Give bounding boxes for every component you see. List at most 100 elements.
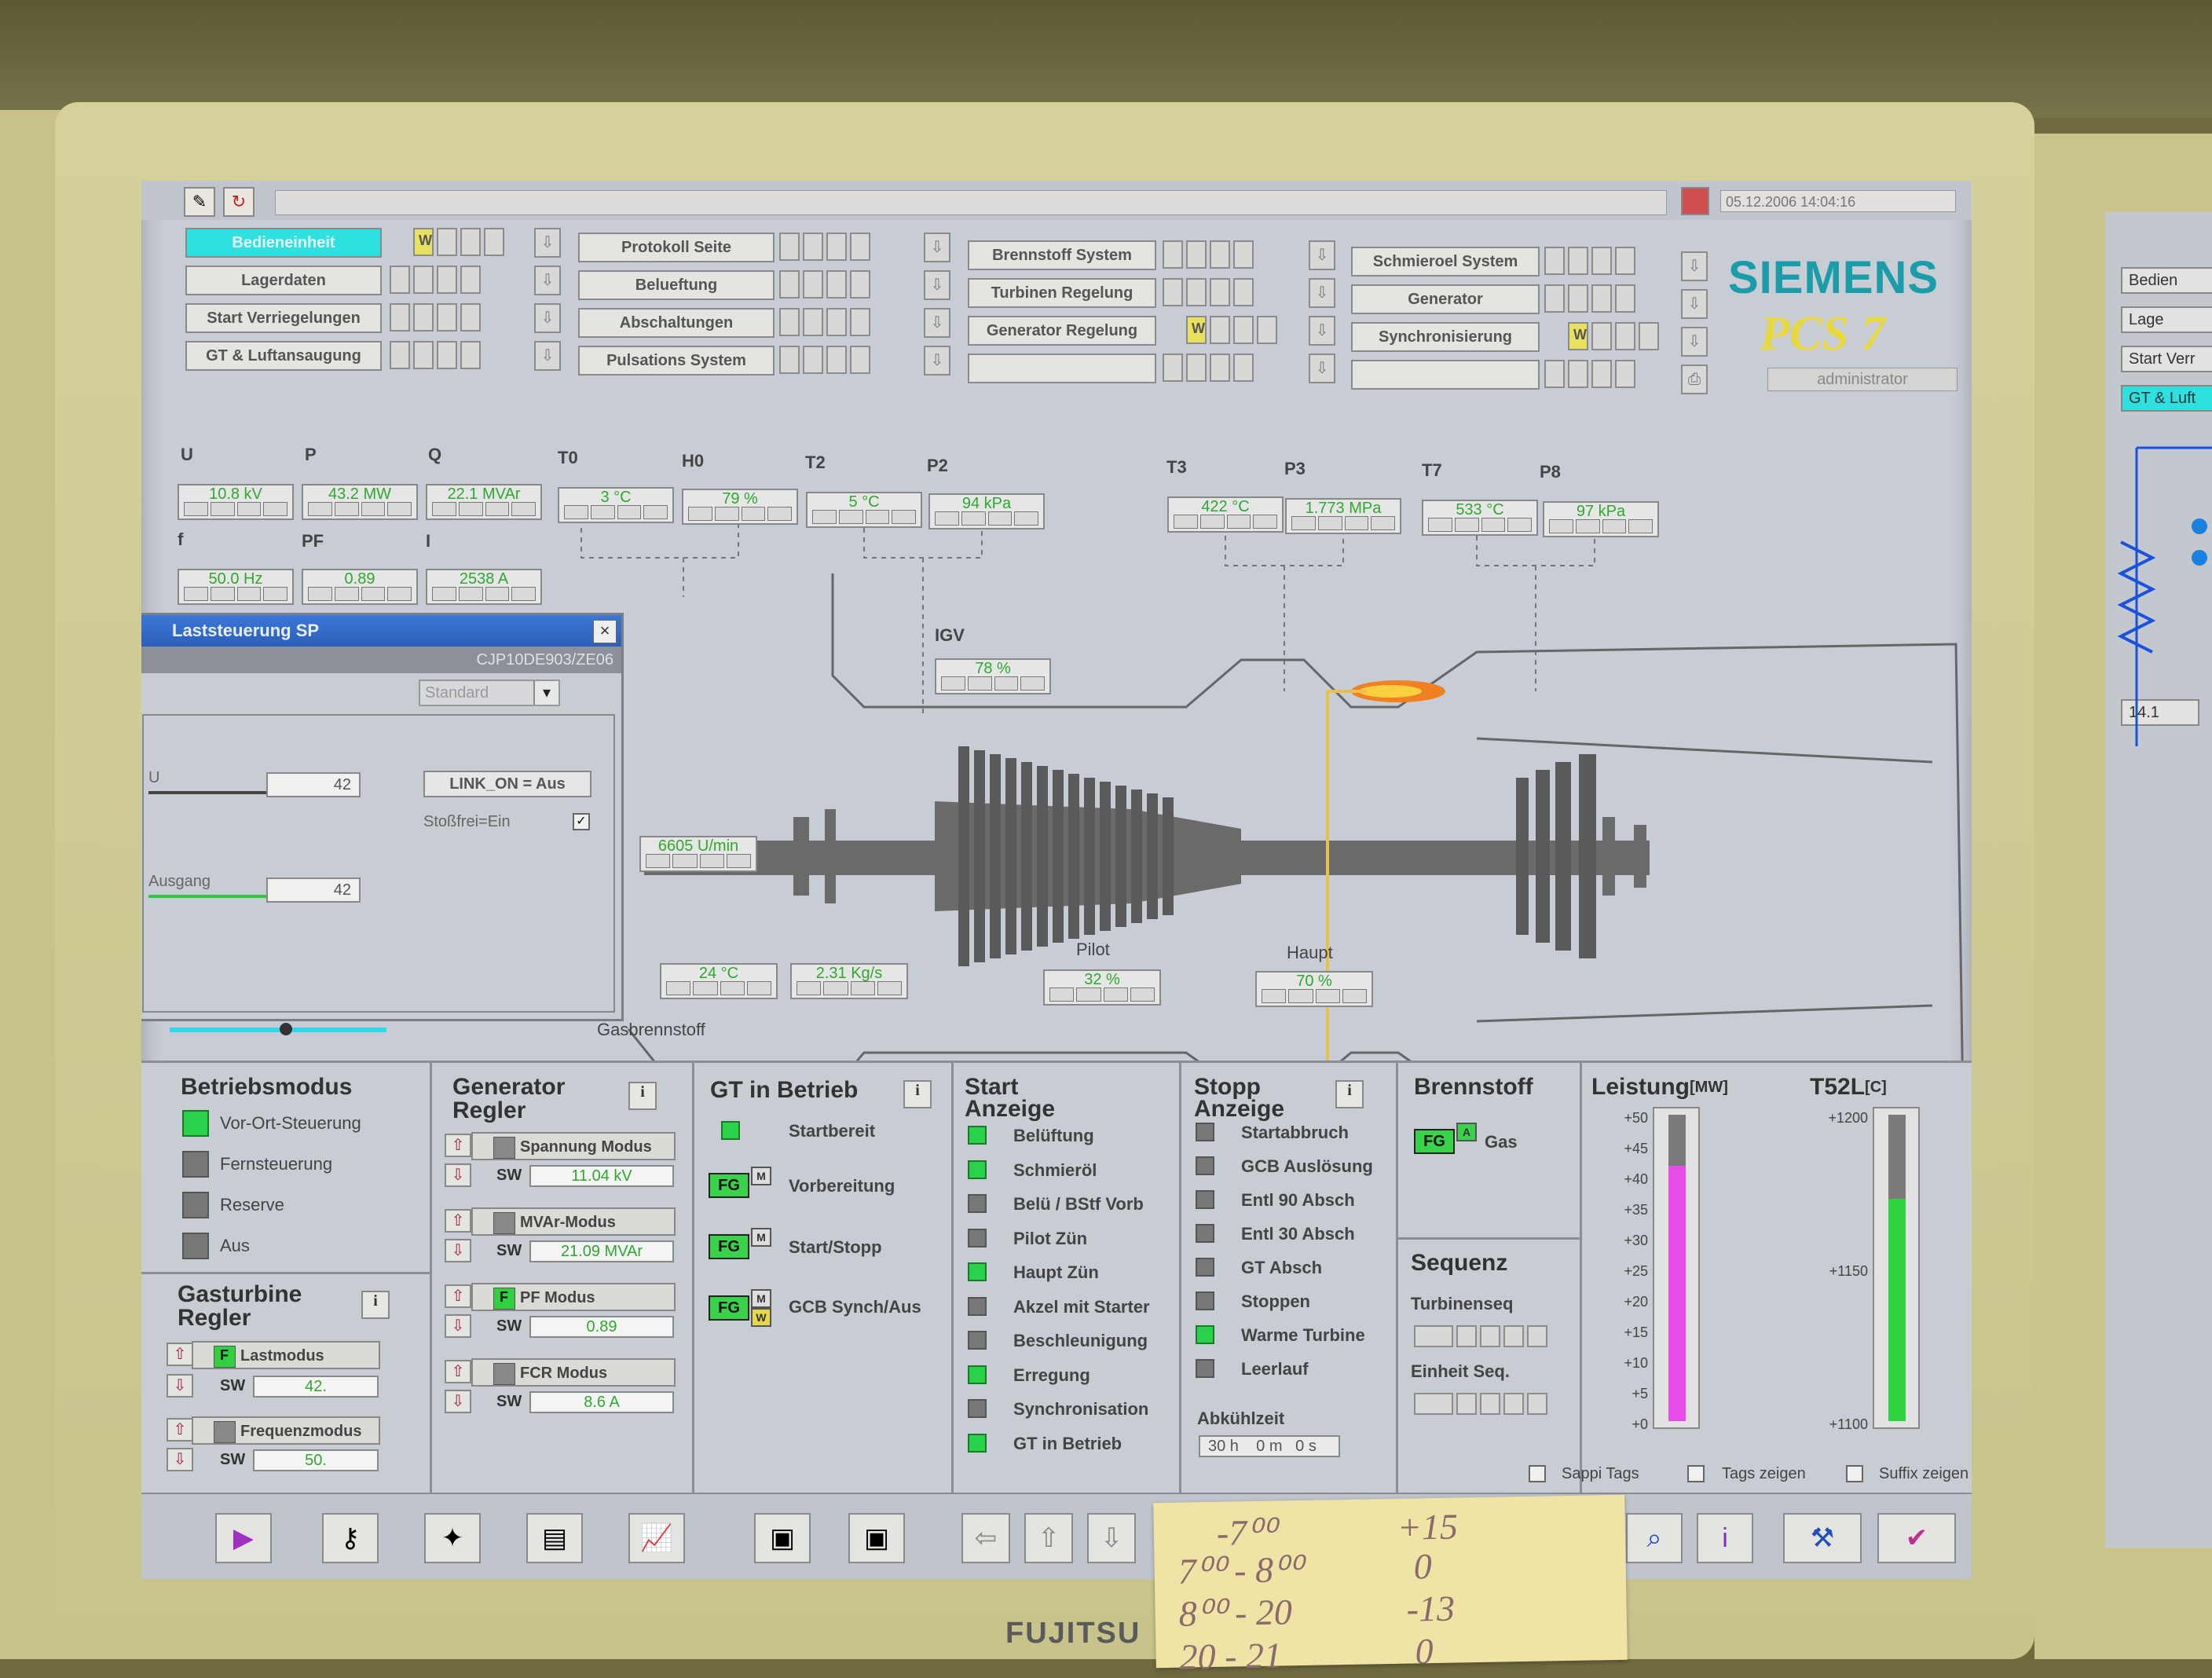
down-arrow-icon[interactable]: ⇩ (1309, 354, 1335, 383)
mode-indicator-reserve[interactable] (182, 1192, 209, 1218)
faceplate-title[interactable]: Laststeuerung SP (141, 615, 621, 647)
report-icon[interactable]: ▤ (526, 1513, 583, 1563)
up-arrow-icon[interactable]: ⇧ (167, 1418, 193, 1442)
down-arrow-icon[interactable]: ⇩ (534, 303, 561, 333)
nav-generator[interactable]: Generator (1351, 284, 1540, 314)
nav-empty-4[interactable] (1351, 360, 1540, 390)
up-arrow-icon[interactable]: ⇧ (445, 1360, 471, 1383)
slider-handle[interactable] (280, 1023, 292, 1035)
frequenzmodus-button[interactable]: Frequenzmodus (192, 1416, 380, 1445)
down-arrow-icon[interactable]: ⇩ (1087, 1513, 1136, 1563)
down-arrow-icon[interactable]: ⇩ (1681, 289, 1708, 319)
down-arrow-icon[interactable]: ⇩ (924, 346, 950, 376)
info-icon[interactable]: i (903, 1080, 932, 1108)
nav-generator-regelung[interactable]: Generator Regelung (968, 316, 1156, 346)
lastmodus-sw[interactable]: 42. (253, 1376, 379, 1398)
up-arrow-icon[interactable]: ⇧ (445, 1284, 471, 1308)
nav-lagerdaten[interactable]: Lagerdaten (185, 266, 382, 295)
zoom-icon[interactable]: ⌕ (1626, 1513, 1683, 1563)
down-arrow-icon[interactable]: ⇩ (1309, 316, 1335, 346)
right-nav-start[interactable]: Start Verr (2121, 346, 2212, 372)
reload-icon[interactable]: ↻ (223, 187, 255, 217)
right-nav-lage[interactable]: Lage (2121, 306, 2212, 333)
alarm-bell-icon[interactable] (1681, 187, 1709, 215)
down-arrow-icon[interactable]: ⇩ (534, 228, 561, 258)
spannung-sw[interactable]: 11.04 kV (529, 1165, 674, 1187)
nav-brennstoff-system[interactable]: Brennstoff System (968, 240, 1156, 270)
address-bar[interactable] (275, 190, 1667, 215)
fcr-sw[interactable]: 8.6 A (529, 1391, 674, 1413)
play-icon[interactable]: ▶ (215, 1513, 272, 1563)
mvar-sw[interactable]: 21.09 MVAr (529, 1240, 674, 1262)
down-arrow-icon[interactable]: ⇩ (445, 1390, 471, 1413)
tools-icon[interactable]: ⚒ (1783, 1513, 1862, 1563)
up-arrow-icon[interactable]: ⇧ (445, 1209, 471, 1233)
down-arrow-icon[interactable]: ⇩ (534, 341, 561, 371)
mvar-modus-button[interactable]: MVAr-Modus (471, 1207, 676, 1236)
info-icon[interactable]: i (1697, 1513, 1753, 1563)
right-nav-bedien[interactable]: Bedien (2121, 267, 2212, 294)
nav-empty-3[interactable] (968, 354, 1156, 383)
nav-turbinen-regelung[interactable]: Turbinen Regelung (968, 278, 1156, 308)
down-arrow-icon[interactable]: ⇩ (1681, 251, 1708, 281)
faceplate-2-icon[interactable]: ▣ (848, 1513, 905, 1563)
nav-synchronisierung[interactable]: Synchronisierung (1351, 322, 1540, 352)
right-nav-gt[interactable]: GT & Luft (2121, 385, 2212, 412)
acknowledge-icon[interactable]: ✔ (1877, 1513, 1956, 1563)
mode-indicator-vor-ort[interactable] (182, 1110, 209, 1137)
new-window-icon[interactable]: ✦ (424, 1513, 481, 1563)
down-arrow-icon[interactable]: ⇩ (445, 1239, 471, 1262)
start-stopp-fg[interactable]: FG (709, 1234, 749, 1259)
key-icon[interactable]: ⚷ (322, 1513, 379, 1563)
spannung-modus-button[interactable]: Spannung Modus (471, 1132, 676, 1160)
down-arrow-icon[interactable]: ⇩ (1309, 278, 1335, 308)
up-arrow-icon[interactable]: ⇧ (445, 1134, 471, 1157)
stossfrei-checkbox[interactable]: ✓ (573, 813, 590, 830)
nav-belueftung[interactable]: Belueftung (578, 270, 775, 300)
nav-schmieroel-system[interactable]: Schmieroel System (1351, 247, 1540, 277)
nav-bedieneinheit[interactable]: Bedieneinheit (185, 228, 382, 258)
printer-icon[interactable]: ⎙ (1681, 365, 1708, 394)
view-select[interactable]: Standard ▾ (419, 680, 560, 706)
pf-modus-button[interactable]: PF Modus (471, 1283, 676, 1311)
down-arrow-icon[interactable]: ⇩ (924, 308, 950, 338)
down-arrow-icon[interactable]: ⇩ (445, 1163, 471, 1187)
nav-abschaltungen[interactable]: Abschaltungen (578, 308, 775, 338)
up-arrow-icon[interactable]: ⇧ (1024, 1513, 1073, 1563)
frequenzmodus-sw[interactable]: 50. (253, 1449, 379, 1471)
down-arrow-icon[interactable]: ⇩ (924, 233, 950, 262)
info-icon[interactable]: i (361, 1291, 390, 1319)
pf-sw[interactable]: 0.89 (529, 1316, 674, 1338)
info-icon[interactable]: i (1335, 1080, 1364, 1108)
left-arrow-icon[interactable]: ⇦ (961, 1513, 1010, 1563)
gcb-fg[interactable]: FG (709, 1295, 749, 1321)
fcr-modus-button[interactable]: FCR Modus (471, 1358, 676, 1387)
down-arrow-icon[interactable]: ⇩ (1309, 240, 1335, 270)
info-icon[interactable]: i (628, 1082, 657, 1110)
vorbereitung-fg[interactable]: FG (709, 1173, 749, 1198)
nav-protokoll-seite[interactable]: Protokoll Seite (578, 233, 775, 262)
tags-zeigen-checkbox[interactable] (1687, 1465, 1705, 1482)
down-arrow-icon[interactable]: ⇩ (924, 270, 950, 300)
faceplate-icon[interactable]: ▣ (754, 1513, 811, 1563)
down-arrow-icon[interactable]: ⇩ (534, 266, 561, 295)
trend-icon[interactable]: 📈 (628, 1513, 685, 1563)
nav-gt-luftansaugung[interactable]: GT & Luftansaugung (185, 341, 382, 371)
down-arrow-icon[interactable]: ⇩ (1681, 327, 1708, 357)
brennstoff-fg[interactable]: FG (1414, 1129, 1455, 1154)
u-value[interactable]: 42 (266, 772, 361, 797)
faceplate-slider[interactable] (170, 1028, 386, 1032)
folder-icon[interactable]: ✎ (184, 187, 215, 217)
lastmodus-button[interactable]: Lastmodus (192, 1341, 380, 1369)
mode-indicator-aus[interactable] (182, 1233, 209, 1259)
nav-pulsations-system[interactable]: Pulsations System (578, 346, 775, 376)
down-arrow-icon[interactable]: ⇩ (167, 1374, 193, 1398)
suffix-zeigen-checkbox[interactable] (1846, 1465, 1863, 1482)
close-icon[interactable]: × (593, 620, 617, 643)
mode-indicator-fern[interactable] (182, 1151, 209, 1178)
down-arrow-icon[interactable]: ⇩ (167, 1448, 193, 1471)
up-arrow-icon[interactable]: ⇧ (167, 1343, 193, 1366)
sappi-tags-checkbox[interactable] (1529, 1465, 1546, 1482)
nav-start-verriegelungen[interactable]: Start Verriegelungen (185, 303, 382, 333)
down-arrow-icon[interactable]: ⇩ (445, 1314, 471, 1338)
